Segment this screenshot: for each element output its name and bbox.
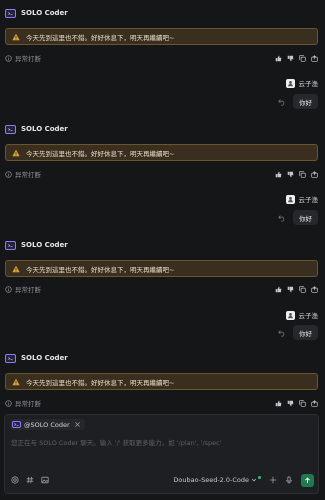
feedback-actions — [275, 286, 318, 293]
agent-name: SOLO Coder — [21, 241, 68, 249]
mention-icon[interactable] — [11, 476, 19, 484]
share-icon[interactable] — [311, 286, 318, 293]
share-icon[interactable] — [311, 55, 318, 62]
status-text: 异常打断 — [15, 286, 41, 294]
share-icon[interactable] — [311, 171, 318, 178]
user-tag: 云子渔 — [285, 310, 319, 320]
add-icon[interactable] — [269, 476, 277, 484]
user-name: 云子渔 — [298, 80, 319, 88]
feedback-actions — [275, 171, 318, 178]
agent-header: SOLO Coder — [5, 122, 68, 136]
message-meta: 异常打断 — [5, 169, 318, 179]
model-selector[interactable]: Doubao-Seed-2.0-Code — [173, 475, 261, 484]
send-icon — [304, 477, 311, 484]
thumbs-up-icon[interactable] — [275, 286, 282, 293]
model-name: Doubao-Seed-2.0-Code — [173, 476, 249, 484]
solo-logo-icon — [12, 421, 21, 428]
thumbs-down-icon[interactable] — [287, 400, 294, 407]
warning-banner: 今天先到這里也不錯。好好休息下，明天再繼續吧~ — [5, 260, 318, 277]
thumbs-up-icon[interactable] — [275, 55, 282, 62]
send-button[interactable] — [301, 473, 314, 487]
warning-text: 今天先到這里也不錯。好好休息下，明天再繼續吧~ — [26, 149, 175, 158]
message-input[interactable]: 您正在与 SOLO Coder 聊天。输入 '/' 获取更多能力，如 '/pla… — [11, 437, 311, 447]
agent-header: SOLO Coder — [5, 351, 68, 365]
thumbs-up-icon[interactable] — [275, 400, 282, 407]
undo-icon[interactable] — [278, 214, 286, 222]
avatar — [285, 310, 295, 320]
user-message: 你好 — [278, 210, 318, 225]
user-message: 你好 — [278, 325, 318, 340]
message-meta: 异常打断 — [5, 398, 318, 408]
copy-icon[interactable] — [299, 171, 306, 178]
avatar — [285, 78, 295, 88]
thumbs-down-icon[interactable] — [287, 55, 294, 62]
user-message: 你好 — [278, 94, 318, 109]
user-name: 云子渔 — [298, 312, 319, 320]
thumbs-down-icon[interactable] — [287, 286, 294, 293]
copy-icon[interactable] — [299, 400, 306, 407]
solo-logo-icon — [5, 8, 16, 18]
info-icon — [5, 286, 12, 293]
user-message-bubble: 你好 — [293, 210, 318, 225]
user-tag: 云子渔 — [285, 194, 319, 204]
warning-banner: 今天先到這里也不錯。好好休息下，明天再繼續吧~ — [5, 28, 318, 45]
warning-banner: 今天先到這里也不錯。好好休息下，明天再繼續吧~ — [5, 373, 318, 390]
solo-logo-icon — [5, 124, 16, 134]
message-meta: 异常打断 — [5, 53, 318, 63]
info-icon — [5, 400, 12, 407]
chevron-down-icon — [251, 477, 257, 483]
warning-banner: 今天先到這里也不錯。好好休息下，明天再繼續吧~ — [5, 144, 318, 161]
feedback-actions — [275, 55, 318, 62]
warning-triangle-icon — [12, 265, 20, 273]
user-message-bubble: 你好 — [293, 325, 318, 340]
warning-triangle-icon — [12, 33, 20, 41]
agent-name: SOLO Coder — [21, 9, 68, 17]
warning-text: 今天先到這里也不錯。好好休息下，明天再繼續吧~ — [26, 265, 175, 274]
status-dot — [258, 475, 261, 479]
hash-icon[interactable] — [26, 476, 34, 484]
chat-composer: @SOLO Coder 您正在与 SOLO Coder 聊天。输入 '/' 获取… — [4, 414, 319, 494]
agent-header: SOLO Coder — [5, 6, 68, 20]
user-name: 云子渔 — [298, 196, 319, 204]
copy-icon[interactable] — [299, 55, 306, 62]
message-meta: 异常打断 — [5, 284, 318, 294]
warning-triangle-icon — [12, 378, 20, 386]
warning-text: 今天先到這里也不錯。好好休息下，明天再繼續吧~ — [26, 33, 175, 42]
agent-name: SOLO Coder — [21, 125, 68, 133]
info-icon — [5, 171, 12, 178]
solo-logo-icon — [5, 353, 16, 363]
user-tag: 云子渔 — [285, 78, 319, 88]
agent-header: SOLO Coder — [5, 238, 68, 252]
thumbs-down-icon[interactable] — [287, 171, 294, 178]
solo-logo-icon — [5, 240, 16, 250]
agent-name: SOLO Coder — [21, 354, 68, 362]
warning-triangle-icon — [12, 149, 20, 157]
status-text: 异常打断 — [15, 171, 41, 179]
chat-history: SOLO Coder 今天先到這里也不錯。好好休息下，明天再繼續吧~ 异常打断 … — [0, 0, 325, 412]
warning-text: 今天先到這里也不錯。好好休息下，明天再繼續吧~ — [26, 378, 175, 387]
mention-label: @SOLO Coder — [24, 420, 70, 429]
image-icon[interactable] — [41, 476, 49, 484]
remove-mention-icon[interactable] — [74, 421, 81, 428]
user-message-bubble: 你好 — [293, 94, 318, 109]
undo-icon[interactable] — [278, 98, 286, 106]
composer-toolbar: Doubao-Seed-2.0-Code — [11, 473, 314, 487]
info-icon — [5, 55, 12, 62]
share-icon[interactable] — [311, 400, 318, 407]
copy-icon[interactable] — [299, 286, 306, 293]
thumbs-up-icon[interactable] — [275, 171, 282, 178]
mic-icon[interactable] — [285, 476, 293, 484]
agent-mention-chip[interactable]: @SOLO Coder — [10, 419, 85, 430]
status-text: 异常打断 — [15, 55, 41, 63]
avatar — [285, 194, 295, 204]
feedback-actions — [275, 400, 318, 407]
status-text: 异常打断 — [15, 400, 41, 408]
undo-icon[interactable] — [278, 329, 286, 337]
